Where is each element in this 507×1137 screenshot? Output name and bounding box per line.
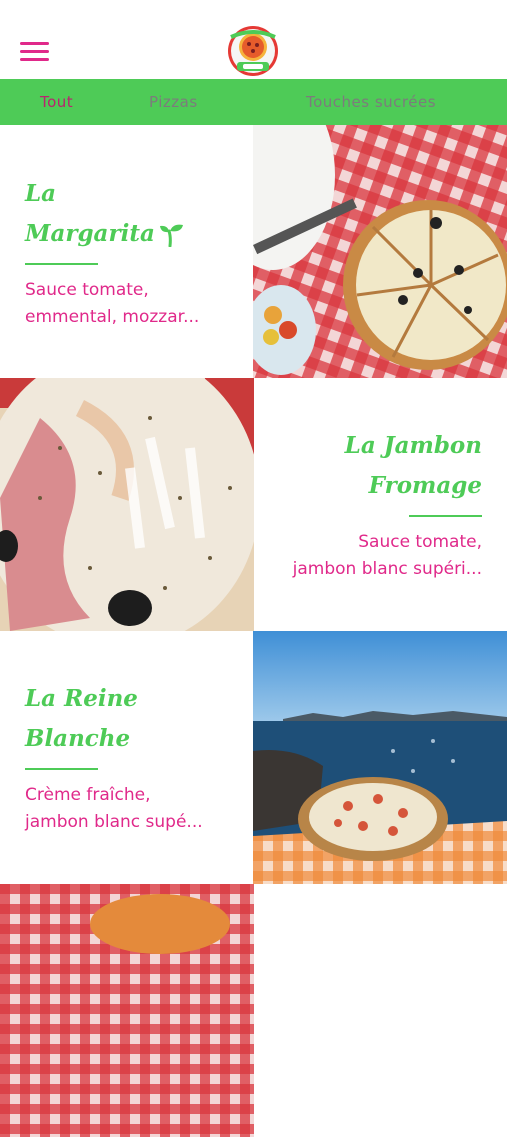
category-tabs: Tout Pizzas Touches sucrées xyxy=(0,79,507,125)
reine-blanche-pizza-image[interactable] xyxy=(253,631,507,884)
title-divider xyxy=(25,263,98,265)
tab-tout[interactable]: Tout xyxy=(40,93,73,111)
next-pizza-image[interactable] xyxy=(0,884,254,1137)
product-card-next[interactable] xyxy=(0,884,507,1137)
product-text-panel: La Margarita Sauce tomate, emmental, moz… xyxy=(0,125,253,378)
hamburger-menu-icon[interactable] xyxy=(20,42,50,64)
product-description: Sauce tomate, emmental, mozzar... xyxy=(25,280,200,327)
tab-pizzas[interactable]: Pizzas xyxy=(149,93,198,111)
product-text-panel: La Reine Blanche Crème fraîche, jambon b… xyxy=(0,631,253,884)
product-text-panel xyxy=(254,884,507,1137)
product-description: Sauce tomate, jambon blanc supéri... xyxy=(292,532,482,579)
product-card-margarita[interactable]: La Margarita Sauce tomate, emmental, moz… xyxy=(0,125,507,378)
title-divider xyxy=(25,768,98,770)
sprout-icon xyxy=(159,224,183,247)
la-pizza-logo-icon[interactable] xyxy=(225,25,281,77)
tab-touches-sucrees[interactable]: Touches sucrées xyxy=(306,93,436,111)
product-card-jambon-fromage[interactable]: La Jambon Fromage Sauce tomate, jambon b… xyxy=(0,378,507,631)
product-title: La Margarita xyxy=(25,174,185,254)
product-description: Crème fraîche, jambon blanc supé... xyxy=(25,785,203,832)
app-header xyxy=(0,0,507,79)
margarita-pizza-image[interactable] xyxy=(253,125,507,378)
product-card-reine-blanche[interactable]: La Reine Blanche Crème fraîche, jambon b… xyxy=(0,631,507,884)
product-text-panel: La Jambon Fromage Sauce tomate, jambon b… xyxy=(254,378,507,631)
product-title: La Reine Blanche xyxy=(25,685,138,752)
title-divider xyxy=(409,515,482,517)
product-title: La Jambon Fromage xyxy=(344,432,482,499)
jambon-fromage-pizza-image[interactable] xyxy=(0,378,254,631)
